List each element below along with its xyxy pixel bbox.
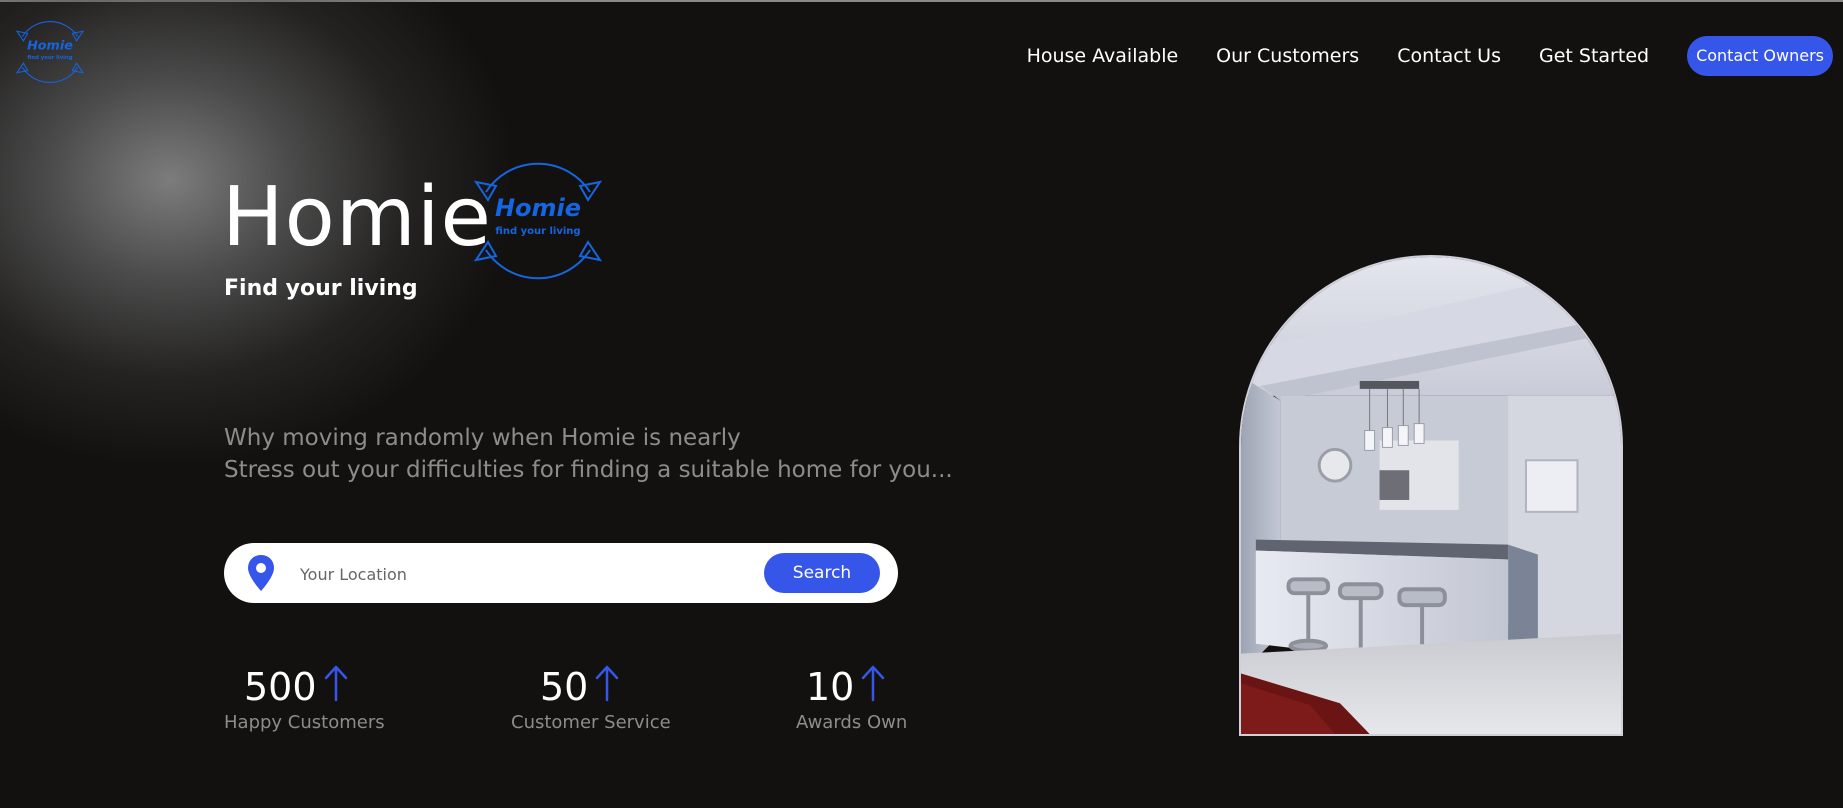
homie-logo-icon: Homie find your living xyxy=(473,162,603,280)
hero-title: Homie xyxy=(222,170,492,265)
stat-number: 500 xyxy=(244,665,317,709)
nav-contact-us[interactable]: Contact Us xyxy=(1397,45,1501,67)
stat-customer-service: 50 Customer Service xyxy=(511,662,671,733)
corner-logo[interactable]: Homie find your living xyxy=(10,10,90,94)
top-nav: House Available Our Customers Contact Us… xyxy=(1027,36,1833,76)
hero-logo: Homie find your living xyxy=(466,142,610,300)
stat-number: 50 xyxy=(540,665,589,709)
kitchen-image xyxy=(1241,257,1621,734)
hero-description-line-1: Why moving randomly when Homie is nearly xyxy=(224,425,741,451)
stat-label: Awards Own xyxy=(796,712,908,733)
stat-label: Happy Customers xyxy=(224,712,385,733)
contact-owners-button[interactable]: Contact Owners xyxy=(1687,36,1833,76)
hero-tagline: Find your living xyxy=(224,276,418,301)
stat-number: 10 xyxy=(806,665,855,709)
nav-house-available[interactable]: House Available xyxy=(1027,45,1179,67)
svg-text:find your living: find your living xyxy=(495,226,580,237)
svg-text:Homie: Homie xyxy=(27,38,73,53)
arrow-up-icon xyxy=(862,665,885,702)
search-button[interactable]: Search xyxy=(764,553,880,593)
top-border xyxy=(0,0,1843,2)
hero-description: Why moving randomly when Homie is nearly… xyxy=(224,422,953,486)
nav-our-customers[interactable]: Our Customers xyxy=(1216,45,1359,67)
landing-page: Homie find your living House Available O… xyxy=(0,0,1843,808)
kitchen-photo xyxy=(1239,255,1623,736)
stat-label: Customer Service xyxy=(511,712,671,733)
stat-awards-own: 10 Awards Own xyxy=(796,662,907,733)
nav-get-started[interactable]: Get Started xyxy=(1539,45,1649,67)
search-bar: Search xyxy=(224,543,898,603)
hero-description-line-2: Stress out your difficulties for finding… xyxy=(224,457,953,483)
svg-text:Homie: Homie xyxy=(495,194,581,222)
stat-happy-customers: 500 Happy Customers xyxy=(224,662,385,733)
arrow-up-icon xyxy=(324,665,347,702)
homie-logo-icon: Homie find your living xyxy=(15,21,85,83)
location-input[interactable] xyxy=(298,555,682,593)
svg-text:find your living: find your living xyxy=(27,55,72,61)
arrow-up-icon xyxy=(596,665,619,702)
location-pin-icon xyxy=(248,555,274,591)
